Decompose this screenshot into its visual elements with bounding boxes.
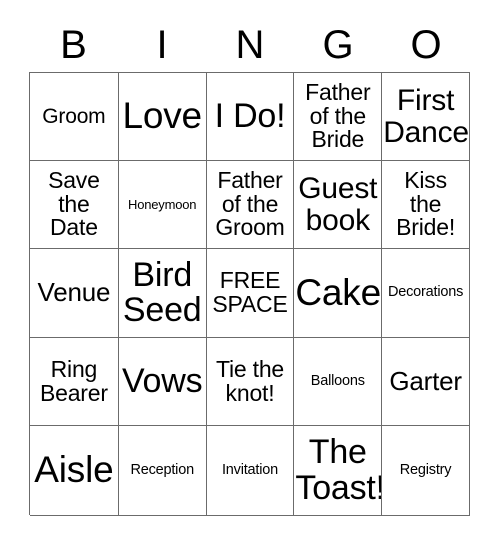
bingo-row: Groom Love I Do! Father of the Bride Fir… xyxy=(30,73,470,161)
bingo-cell-label: Vows xyxy=(121,361,203,400)
bingo-cell-i5[interactable]: Reception xyxy=(118,426,207,516)
bingo-cell-label: Father of the Bride xyxy=(305,78,371,153)
bingo-cell-n5[interactable]: Invitation xyxy=(206,426,295,516)
bingo-cell-i4[interactable]: Vows xyxy=(118,338,207,426)
header-letter-o: O xyxy=(410,23,442,67)
bingo-cell-label: Bird Seed xyxy=(122,255,202,329)
bingo-cell-b1[interactable]: Groom xyxy=(30,73,119,161)
bingo-card: B I N G O Groom Love I Do! Father of the… xyxy=(0,0,500,544)
bingo-cell-g2[interactable]: Guest book xyxy=(294,161,383,249)
bingo-row: Aisle Reception Invitation The Toast! Re… xyxy=(30,426,470,516)
bingo-cell-label: Kiss the Bride! xyxy=(396,166,456,241)
bingo-cell-free-space[interactable]: FREE SPACE xyxy=(206,249,295,338)
bingo-cell-o1[interactable]: First Dance xyxy=(382,73,470,161)
bingo-cell-g1[interactable]: Father of the Bride xyxy=(294,73,383,161)
bingo-cell-g5[interactable]: The Toast! xyxy=(294,426,383,516)
bingo-row: Ring Bearer Vows Tie the knot! Balloons … xyxy=(30,338,470,426)
bingo-cell-label: Registry xyxy=(399,461,452,478)
bingo-cell-label: FREE SPACE xyxy=(212,267,288,317)
bingo-cell-i2[interactable]: Honeymoon xyxy=(118,161,207,249)
header-letter-n: N xyxy=(235,23,265,67)
bingo-cell-label: Guest book xyxy=(298,172,378,237)
bingo-cell-o2[interactable]: Kiss the Bride! xyxy=(382,161,470,249)
bingo-cell-g4[interactable]: Balloons xyxy=(294,338,383,426)
bingo-cell-label: Reception xyxy=(130,461,194,478)
bingo-cell-label: Father of the Groom xyxy=(215,166,285,241)
bingo-row: Save the Date Honeymoon Father of the Gr… xyxy=(30,161,470,249)
bingo-cell-label: I Do! xyxy=(214,96,286,135)
bingo-grid: Groom Love I Do! Father of the Bride Fir… xyxy=(29,72,470,516)
bingo-header: B I N G O xyxy=(29,18,470,72)
bingo-cell-label: Balloons xyxy=(310,372,365,389)
bingo-cell-g3[interactable]: Cake xyxy=(294,249,383,338)
bingo-cell-label: Cake xyxy=(295,271,381,313)
bingo-cell-label: Ring Bearer xyxy=(39,355,108,406)
bingo-cell-label: Save the Date xyxy=(48,166,100,241)
bingo-cell-label: Garter xyxy=(389,365,462,396)
bingo-cell-b4[interactable]: Ring Bearer xyxy=(30,338,119,426)
bingo-cell-i3[interactable]: Bird Seed xyxy=(118,249,207,338)
bingo-cell-label: Aisle xyxy=(34,449,114,491)
bingo-cell-o4[interactable]: Garter xyxy=(382,338,470,426)
bingo-cell-b2[interactable]: Save the Date xyxy=(30,161,119,249)
bingo-cell-label: The Toast! xyxy=(295,433,383,507)
bingo-cell-label: First Dance xyxy=(383,84,469,149)
bingo-cell-label: Groom xyxy=(42,104,106,128)
bingo-cell-o5[interactable]: Registry xyxy=(382,426,470,516)
bingo-cell-label: Love xyxy=(122,95,202,137)
bingo-cell-label: Honeymoon xyxy=(128,196,197,212)
bingo-cell-label: Decorations xyxy=(388,284,464,301)
bingo-row: Venue Bird Seed FREE SPACE Cake Decorati… xyxy=(30,249,470,338)
bingo-cell-n4[interactable]: Tie the knot! xyxy=(206,338,295,426)
bingo-cell-i1[interactable]: Love xyxy=(118,73,207,161)
bingo-cell-b3[interactable]: Venue xyxy=(30,249,119,338)
bingo-cell-n1[interactable]: I Do! xyxy=(206,73,295,161)
header-letter-g: G xyxy=(322,23,354,67)
bingo-cell-n2[interactable]: Father of the Groom xyxy=(206,161,295,249)
bingo-cell-b5[interactable]: Aisle xyxy=(30,426,119,516)
bingo-cell-label: Tie the knot! xyxy=(215,355,285,406)
bingo-cell-o3[interactable]: Decorations xyxy=(382,249,470,338)
header-letter-i: I xyxy=(156,23,168,67)
bingo-cell-label: Venue xyxy=(37,277,111,308)
bingo-cell-label: Invitation xyxy=(221,461,279,478)
header-letter-b: B xyxy=(60,23,87,67)
